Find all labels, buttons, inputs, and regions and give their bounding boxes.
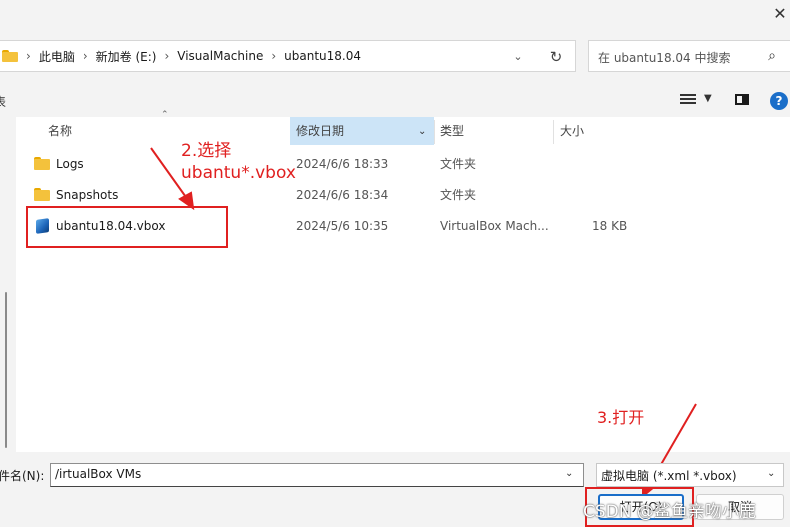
filename-input[interactable]: /irtualBox VMs ⌄ xyxy=(50,463,584,487)
chevron-down-icon[interactable]: ⌄ xyxy=(565,468,573,479)
arrow-step2-head xyxy=(178,191,195,211)
arrow-step2 xyxy=(150,147,189,201)
watermark: CSDN @鲨鱼亲吻小鹿 xyxy=(583,502,756,522)
filename-value: /irtualBox VMs xyxy=(55,467,142,481)
file-type-value: 虚拟电脑 (*.xml *.vbox) xyxy=(601,469,737,483)
annotation-arrows xyxy=(150,147,697,499)
file-type-select[interactable]: 虚拟电脑 (*.xml *.vbox) ⌄ xyxy=(596,463,784,487)
filename-label: 件名(N): xyxy=(0,469,45,483)
chevron-down-icon[interactable]: ⌄ xyxy=(767,468,775,479)
